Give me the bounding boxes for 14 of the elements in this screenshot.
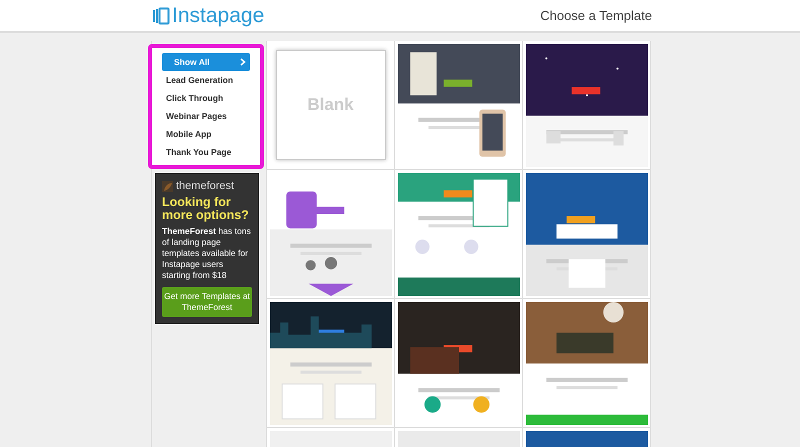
category-item[interactable]: Mobile App bbox=[162, 125, 250, 143]
brand-name: themeforest bbox=[176, 180, 234, 192]
category-item[interactable]: Show All bbox=[162, 53, 250, 71]
promo-text: ThemeForest has tons of landing page templates available for Instapage users starting from $18 bbox=[162, 226, 252, 281]
category-item[interactable]: Click Through bbox=[162, 89, 250, 107]
category-item[interactable]: Thank You Page bbox=[162, 143, 250, 161]
logo-icon bbox=[152, 6, 170, 24]
leaf-icon bbox=[162, 180, 173, 192]
category-item[interactable]: Webinar Pages bbox=[162, 107, 250, 125]
logo-text: Instapage bbox=[172, 4, 264, 28]
chevron-icon bbox=[240, 58, 246, 66]
category-item[interactable]: Lead Generation bbox=[162, 71, 250, 89]
page-title: Choose a Template bbox=[540, 8, 652, 23]
promo-heading: Looking for more options? bbox=[162, 196, 250, 222]
